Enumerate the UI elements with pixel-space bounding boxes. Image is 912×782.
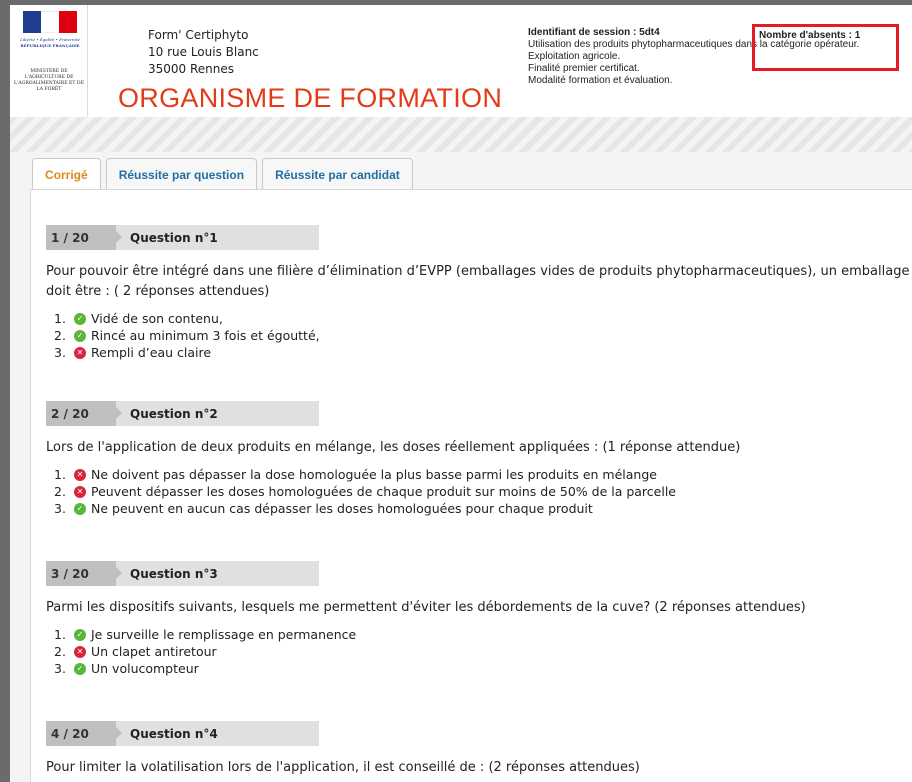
answer-item: 3. ✓ Un volucompteur <box>46 660 911 677</box>
answer-label: Rempli d’eau claire <box>91 345 212 360</box>
question-block: 2 / 20 Question n°2 Lors de l'applicatio… <box>46 401 911 517</box>
answer-number: 1. <box>54 311 66 326</box>
answer-list: 1. ✕ Ne doivent pas dépasser la dose homol… <box>46 466 911 517</box>
check-icon: ✓ <box>74 502 86 515</box>
answer-label: Peuvent dépasser les doses homologuées d… <box>91 484 676 499</box>
answer-number: 3. <box>54 661 66 676</box>
session-line-4: Modalité formation et évaluation. <box>528 75 673 86</box>
answer-label: Je surveille le remplissage en permanenc… <box>91 627 357 642</box>
tab-bar: Corrigé Réussite par question Réussite p… <box>32 158 413 191</box>
hatched-separator <box>10 117 912 152</box>
question-number: 3 / 20 <box>46 561 122 586</box>
answer-item: 2. ✓ Rincé au minimum 3 fois et égoutté, <box>46 327 911 344</box>
logo-motto: Liberté • Égalité • Fraternité <box>20 37 80 42</box>
republic-logo: Liberté • Égalité • Fraternité RÉPUBLIQU… <box>10 5 88 117</box>
question-text: Pour limiter la volatilisation lors de l… <box>46 760 640 775</box>
absents-count: Nombre d'absents : 1 <box>759 30 861 41</box>
answer-number: 3. <box>54 345 66 360</box>
answer-number: 2. <box>54 328 66 343</box>
french-flag-icon <box>23 11 77 33</box>
answer-list: 1. ✓ Vidé de son contenu, 2. ✓ Rincé au mini… <box>46 310 911 361</box>
answer-number: 2. <box>54 644 66 659</box>
window-frame-left <box>0 0 10 782</box>
question-header: 1 / 20 Question n°1 <box>46 225 319 250</box>
answer-number: 1. <box>54 627 66 642</box>
tab-corrige[interactable]: Corrigé <box>32 158 101 191</box>
check-icon: ✓ <box>74 329 86 342</box>
logo-republic: RÉPUBLIQUE FRANÇAISE <box>20 43 80 48</box>
org-city: 35000 Rennes <box>148 62 235 76</box>
org-street: 10 rue Louis Blanc <box>148 45 259 59</box>
answer-item: 1. ✓ Vidé de son contenu, <box>46 310 911 327</box>
answer-label: Ne doivent pas dépasser la dose homologu… <box>91 467 657 482</box>
question-header: 4 / 20 Question n°4 <box>46 721 319 746</box>
answer-label: Un clapet antiretour <box>91 644 217 659</box>
question-block: 3 / 20 Question n°3 Parmi les dispositif… <box>46 561 911 677</box>
question-title: Question n°4 <box>116 721 319 746</box>
question-text: Parmi les dispositifs suivants, lesquels… <box>46 600 806 615</box>
answer-item: 2. ✕ Peuvent dépasser les doses homologuée… <box>46 483 911 500</box>
main-content: Corrigé Réussite par question Réussite p… <box>10 152 912 782</box>
org-name: Form' Certiphyto <box>148 28 249 42</box>
logo-ministry: MINISTÈRE DE L'AGRICULTURE DE L'AGROALIM… <box>14 69 84 92</box>
question-block: 4 / 20 Question n°4 Pour limiter la vola… <box>46 721 911 778</box>
tab-reussite-par-candidat[interactable]: Réussite par candidat <box>262 158 413 190</box>
answer-item: 3. ✓ Ne peuvent en aucun cas dépasser les … <box>46 500 911 517</box>
cross-icon: ✕ <box>74 645 86 658</box>
check-icon: ✓ <box>74 628 86 641</box>
page-header: Liberté • Égalité • Fraternité RÉPUBLIQU… <box>10 5 912 117</box>
question-text: Lors de l'application de deux produits e… <box>46 440 741 455</box>
answer-number: 2. <box>54 484 66 499</box>
answer-number: 3. <box>54 501 66 516</box>
answer-label: Rincé au minimum 3 fois et égoutté, <box>91 328 320 343</box>
tab-reussite-par-question[interactable]: Réussite par question <box>105 158 258 190</box>
check-icon: ✓ <box>74 312 86 325</box>
answer-label: Ne peuvent en aucun cas dépasser les dos… <box>91 501 593 516</box>
answer-label: Un volucompteur <box>91 661 199 676</box>
cross-icon: ✕ <box>74 485 86 498</box>
question-number: 2 / 20 <box>46 401 122 426</box>
organisation-title: ORGANISME DE FORMATION <box>118 83 503 113</box>
question-header: 2 / 20 Question n°2 <box>46 401 319 426</box>
check-icon: ✓ <box>74 662 86 675</box>
answer-item: 2. ✕ Un clapet antiretour <box>46 643 911 660</box>
organisation-address: Form' Certiphyto 10 rue Louis Blanc 3500… <box>148 27 259 78</box>
question-number: 4 / 20 <box>46 721 122 746</box>
answer-item: 1. ✕ Ne doivent pas dépasser la dose homol… <box>46 466 911 483</box>
answer-item: 3. ✕ Rempli d’eau claire <box>46 344 911 361</box>
question-title: Question n°2 <box>116 401 319 426</box>
cross-icon: ✕ <box>74 468 86 481</box>
question-number: 1 / 20 <box>46 225 122 250</box>
question-text: Pour pouvoir être intégré dans une filiè… <box>46 264 910 299</box>
absents-count-badge: Nombre d'absents : 1 <box>752 24 899 71</box>
answer-number: 1. <box>54 467 66 482</box>
question-title: Question n°3 <box>116 561 319 586</box>
question-header: 3 / 20 Question n°3 <box>46 561 319 586</box>
answer-label: Vidé de son contenu, <box>91 311 223 326</box>
cross-icon: ✕ <box>74 346 86 359</box>
question-block: 1 / 20 Question n°1 Pour pouvoir être in… <box>46 225 911 361</box>
answer-list: 1. ✓ Je surveille le remplissage en perman… <box>46 626 911 677</box>
question-title: Question n°1 <box>116 225 319 250</box>
tab-panel: 1 / 20 Question n°1 Pour pouvoir être in… <box>30 189 912 782</box>
answer-item: 1. ✓ Je surveille le remplissage en perman… <box>46 626 911 643</box>
